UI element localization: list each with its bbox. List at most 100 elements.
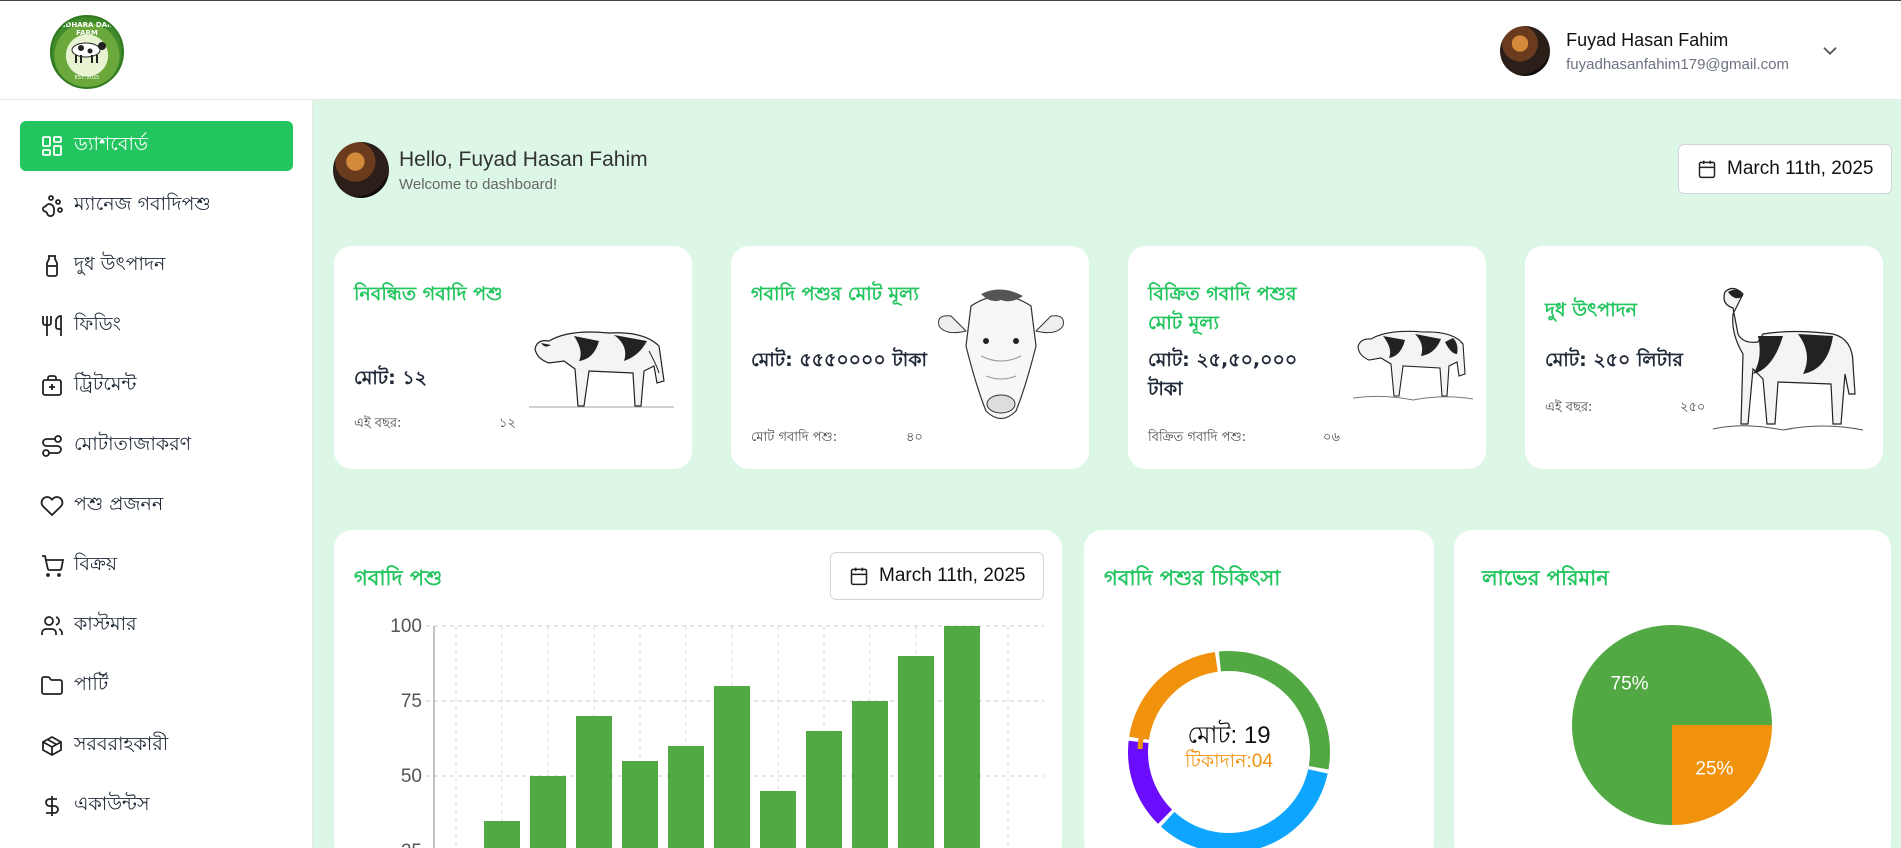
donut-segment [1160,768,1328,848]
card-foot-label: এই বছর: [354,416,402,431]
cow-image [1712,287,1864,431]
card-title: দুধ উৎপাদন [1545,299,1637,321]
stat-card-sold-value[interactable]: বিক্রিত গবাদি পশুর মোট মূল্য মোট: ২৫,৫০,… [1128,246,1486,469]
utensils-icon [42,315,62,336]
farm-logo[interactable]: ANDHARA DAIRY FARM EST. 2025 [50,15,124,89]
stat-card-livestock-value[interactable]: গবাদি পশুর মোট মূল্য মোট: ৫৫৫০০০০ টাকা ম… [731,246,1089,469]
card-foot-value: ২৫০ [1680,400,1706,415]
greeting-avatar [333,142,389,198]
pie-slice-label: 75% [1611,674,1649,695]
sidebar-item-dashboard[interactable]: ড্যাশবোর্ড [20,121,293,171]
sidebar-item-label: সরবরাহকারী [74,733,169,755]
sidebar-item-treatment[interactable]: ট্রিটমেন্ট [20,361,293,411]
card-foot-label: বিক্রিত গবাদি পশু: [1148,430,1247,445]
sidebar: ড্যাশবোর্ড ম্যানেজ গবাদিপশু দুধ উৎপাদন ফ… [0,100,313,848]
y-tick-label: 100 [390,616,422,637]
top-header: ANDHARA DAIRY FARM EST. 2025 Fuyad Hasan… [0,0,1901,100]
route-icon [42,435,62,457]
sidebar-item-label: পশু প্রজনন [74,493,164,515]
calendar-icon [850,567,868,586]
sidebar-item-sales[interactable]: বিক্রয় [20,541,293,591]
sidebar-item-label: একাউন্টস [74,793,150,815]
sidebar-item-breeding[interactable]: পশু প্রজনন [20,481,293,531]
pie-slice-label: 25% [1695,758,1733,779]
panel-profit-chart: লাভের পরিমান 75% 25% [1454,530,1891,848]
sidebar-item-label: ফিডিং [74,313,121,335]
panel-livestock-chart: গবাদি পশু March 11th, 2025 100 75 50 25 [334,530,1062,848]
bar [806,731,842,848]
date-label: March 11th, 2025 [879,565,1026,586]
sidebar-item-label: ম্যানেজ গবাদিপশু [74,193,211,215]
card-foot-value: ১২ [499,416,516,431]
donut-center-total: মোট: 19 [1187,720,1270,749]
card-title: বিক্রিত গবাদি পশুর মোট মূল্য [1148,283,1297,334]
sidebar-item-fattening[interactable]: মোটাতাজাকরণ [20,421,293,471]
card-total: মোট: ১২ [354,367,428,389]
y-tick-label: 25 [401,841,422,848]
panel-title: গবাদি পশু [354,566,443,590]
sidebar-item-label: দুধ উৎপাদন [74,253,166,275]
sidebar-item-supplier[interactable]: সরবরাহকারী [20,721,293,771]
card-total: মোট: ২৫,৫০,০০০ টাকা [1148,349,1298,400]
y-tick-label: 75 [401,691,422,712]
stat-card-milk-production[interactable]: দুধ উৎপাদন মোট: ২৫০ লিটার এই বছর: ২৫০ [1525,246,1883,469]
livestock-bar-chart: 100 75 50 25 [390,616,1044,848]
milk-bottle-icon [46,255,58,277]
greeting-title: Hello, Fuyad Hasan Fahim [399,147,648,171]
sidebar-item-manage-livestock[interactable]: ম্যানেজ গবাদিপশু [20,181,293,231]
sidebar-item-label: মোটাতাজাকরণ [74,433,192,455]
treatment-donut-chart: মোট: 19 টিকাদান:04 [1128,651,1330,848]
bar [898,656,934,848]
y-tick-label: 50 [401,766,422,787]
calendar-icon [1698,160,1716,179]
stat-card-registered[interactable]: নিবন্ধিত গবাদি পশু মোট: ১২ এই বছর: ১২ [334,246,692,469]
cow-head-image [938,289,1064,420]
users-icon [41,616,63,635]
card-foot-value: ৪০ [906,430,923,445]
donut-center-sub: টিকাদান:04 [1184,749,1273,772]
sidebar-item-label: ট্রিটমেন্ট [74,373,137,395]
bar [576,716,612,848]
cart-icon [42,555,64,577]
greeting: Hello, Fuyad Hasan Fahim Welcome to dash… [333,142,648,198]
user-menu[interactable]: Fuyad Hasan Fahim fuyadhasanfahim179@gma… [1500,25,1841,77]
greeting-subtitle: Welcome to dashboard! [399,175,558,193]
sidebar-item-accounts[interactable]: একাউন্টস [20,781,293,831]
dollar-icon [45,796,59,816]
panel-treatment-chart: গবাদি পশুর চিকিৎসা মোট: 19 টিকাদান:04 [1084,530,1434,848]
card-foot-value: ০৬ [1323,430,1340,445]
sidebar-item-label: কাস্টমার [74,613,137,635]
sidebar-item-feeding[interactable]: ফিডিং [20,301,293,351]
card-foot-label: এই বছর: [1545,400,1593,415]
logo-text: ANDHARA DAIRY FARM [54,21,120,37]
user-avatar [1500,26,1551,76]
cow-logo-icon [71,42,106,63]
chart-date-picker-button[interactable]: March 11th, 2025 [830,552,1045,600]
cow-image [529,331,674,408]
folder-icon [41,676,63,695]
main-content: Hello, Fuyad Hasan Fahim Welcome to dash… [313,100,1901,848]
bar [760,791,796,848]
bar [530,776,566,848]
bar [852,701,888,848]
card-title: নিবন্ধিত গবাদি পশু [354,283,503,305]
medkit-icon [42,375,62,396]
sidebar-item-milk-production[interactable]: দুধ উৎপাদন [20,241,293,291]
sidebar-item-label: পার্টি [74,673,109,695]
date-picker-button[interactable]: March 11th, 2025 [1678,144,1893,194]
bar [484,821,520,848]
paw-icon [42,195,63,217]
bar [622,761,658,848]
sidebar-item-customer[interactable]: কাস্টমার [20,601,293,651]
chevron-down-icon[interactable] [1819,40,1841,62]
date-label: March 11th, 2025 [1727,158,1874,179]
sidebar-item-party[interactable]: পার্টি [20,661,293,711]
sidebar-item-label: বিক্রয় [74,553,118,575]
user-name: Fuyad Hasan Fahim [1566,29,1729,50]
box-icon [42,735,62,757]
dashboard-icon [42,136,62,156]
bar [668,746,704,848]
user-email: fuyadhasanfahim179@gmail.com [1566,55,1789,73]
cow-image [1353,330,1473,401]
panel-title: গবাদি পশুর চিকিৎসা [1104,566,1281,590]
